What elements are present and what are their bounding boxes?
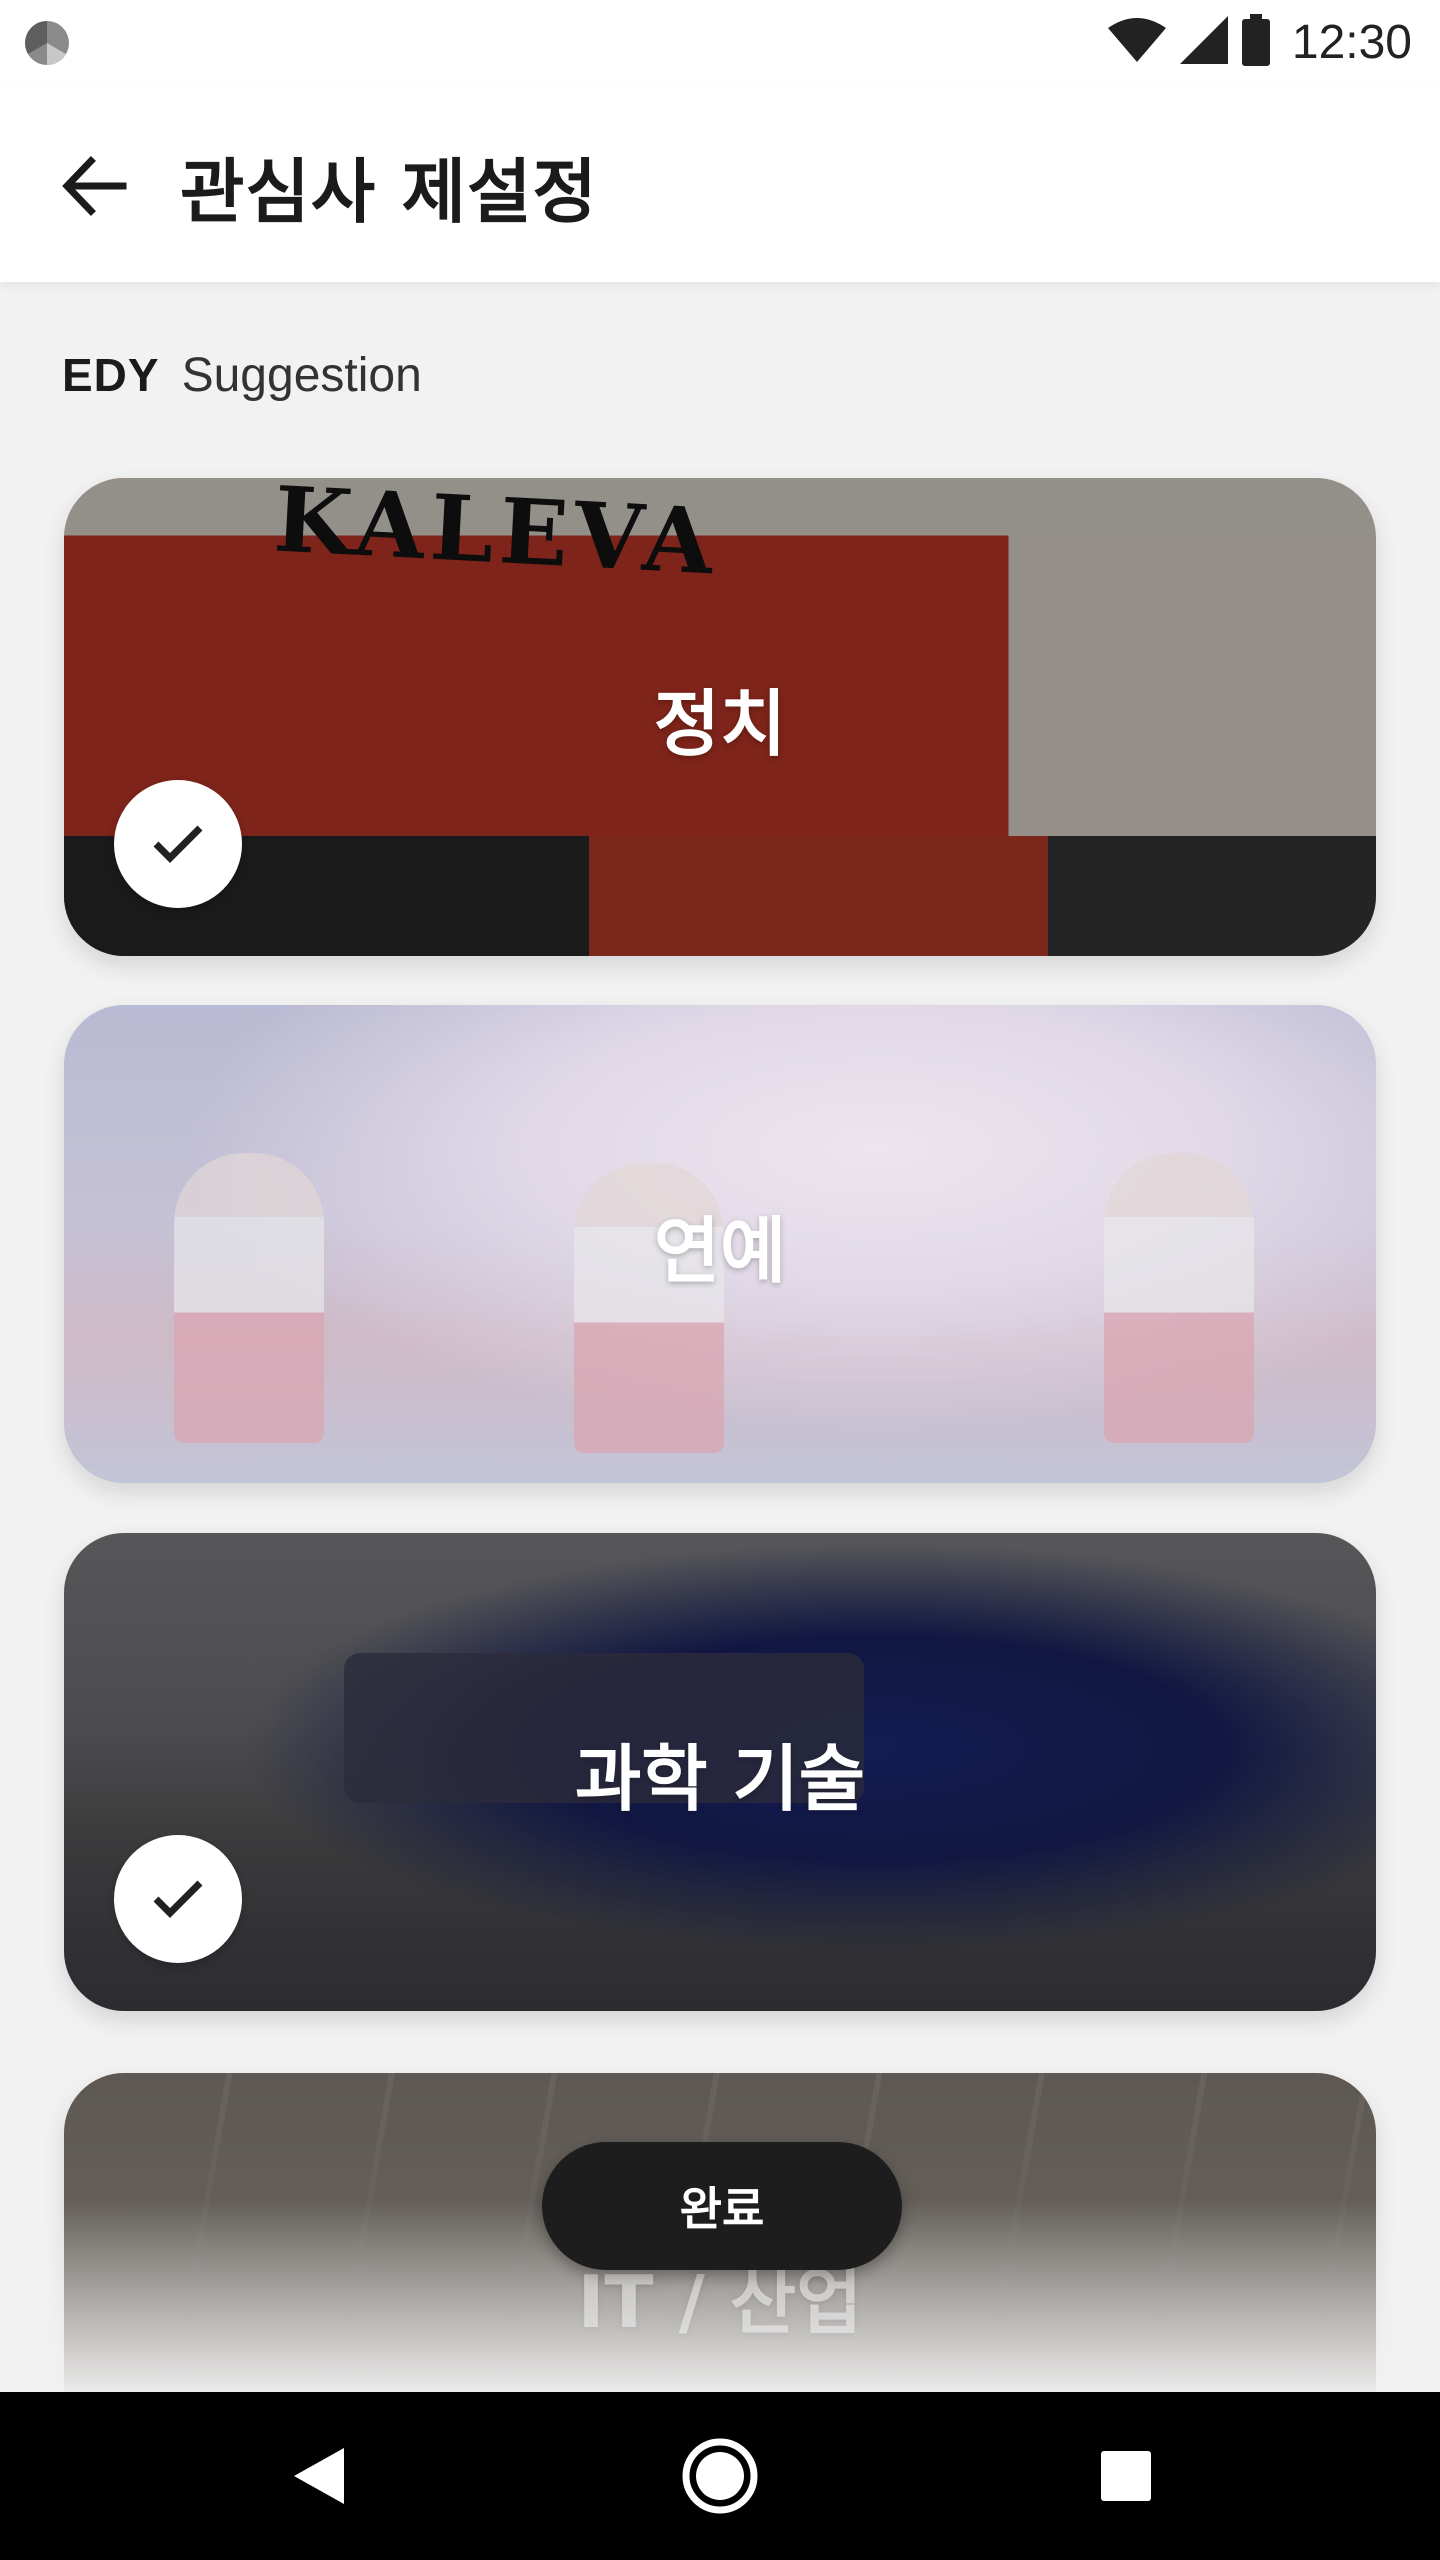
back-triangle-icon: [294, 2448, 344, 2504]
wifi-icon: [1107, 18, 1166, 66]
back-button[interactable]: [50, 142, 138, 230]
topic-card-politics[interactable]: KALEVA 정치: [64, 478, 1376, 956]
nav-back-button[interactable]: [268, 2426, 368, 2526]
selected-check-badge[interactable]: [114, 1835, 242, 1963]
system-nav-bar: [0, 2392, 1440, 2560]
home-circle-icon: [682, 2438, 758, 2514]
battery-icon: [1241, 14, 1270, 70]
status-indicators: 12:30: [1107, 14, 1412, 70]
nav-recents-button[interactable]: [1076, 2426, 1176, 2526]
topic-label: 정치: [653, 681, 787, 766]
cell-signal-icon: [1179, 16, 1228, 68]
selected-check-badge[interactable]: [114, 780, 242, 908]
nav-home-button[interactable]: [670, 2426, 770, 2526]
status-time: 12:30: [1291, 15, 1412, 69]
arrow-left-icon: [62, 156, 127, 216]
suggestion-label: Suggestion: [181, 348, 422, 402]
done-button[interactable]: 완료: [542, 2142, 902, 2270]
page-title: 관심사 제설정: [180, 151, 598, 233]
suggestion-header: EDY Suggestion: [62, 340, 422, 410]
topic-card-science[interactable]: 과학 기술: [64, 1533, 1376, 2011]
app-bar: 관심사 제설정: [0, 84, 1440, 282]
edy-logo: EDY: [62, 349, 160, 401]
status-bar: 12:30: [0, 0, 1440, 84]
topic-card-entertainment[interactable]: 연예: [64, 1005, 1376, 1483]
check-icon: [153, 1880, 203, 1918]
topic-label: 연예: [653, 1208, 787, 1293]
app-notification-icon: [22, 18, 72, 68]
topic-label: 과학 기술: [574, 1736, 866, 1821]
check-icon: [153, 825, 203, 863]
recents-square-icon: [1101, 2451, 1151, 2501]
